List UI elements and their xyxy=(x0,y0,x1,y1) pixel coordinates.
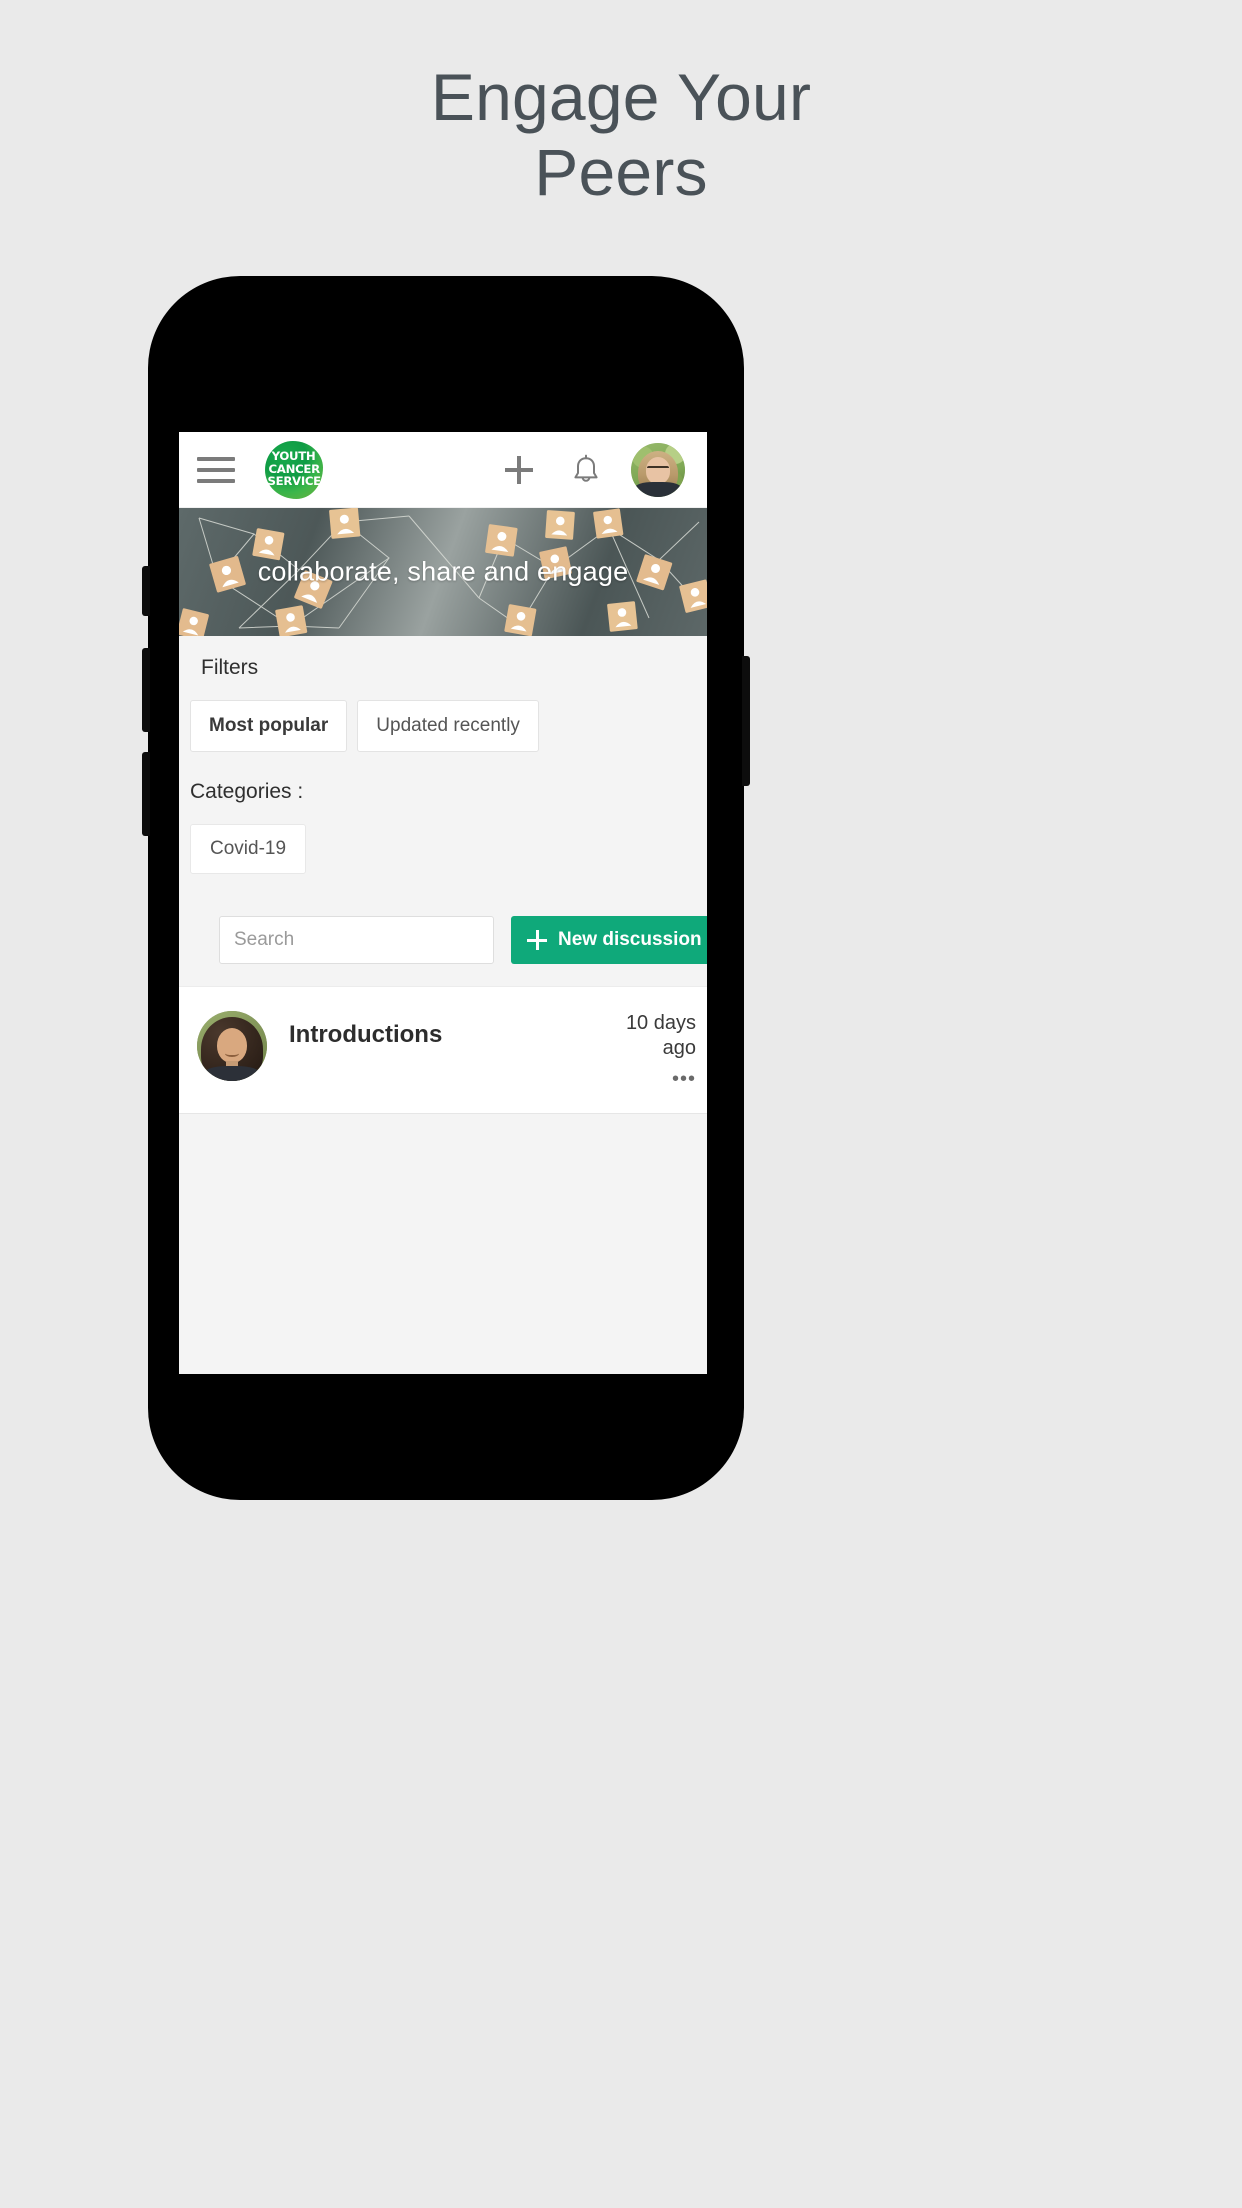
bell-glyph xyxy=(574,454,598,482)
app-header: YOUTH CANCER SERVICE xyxy=(179,432,707,508)
phone-screen: YOUTH CANCER SERVICE collaborate, share … xyxy=(179,432,707,1374)
categories-title: Categories : xyxy=(190,780,304,803)
phone-device-frame: YOUTH CANCER SERVICE collaborate, share … xyxy=(142,276,750,1500)
hamburger-bar xyxy=(197,456,235,461)
filters-panel: Filters Most popular Updated recently Ca… xyxy=(179,636,707,986)
table-row[interactable]: Introductions 10 days ago ••• xyxy=(179,987,707,1113)
hero-caption: collaborate, share and engage xyxy=(257,556,629,587)
new-discussion-button[interactable]: New discussion xyxy=(511,916,707,964)
avatar-shoulders xyxy=(635,482,681,497)
plus-icon xyxy=(527,930,547,950)
category-chip-row: Covid-19 xyxy=(179,824,707,874)
search-input[interactable] xyxy=(219,916,494,964)
filters-title: Filters xyxy=(201,656,259,679)
bell-icon[interactable] xyxy=(569,452,603,488)
avatar-face xyxy=(217,1027,248,1063)
discussion-title: Introductions xyxy=(289,1021,443,1048)
new-discussion-label: New discussion xyxy=(558,929,702,950)
avatar[interactable] xyxy=(631,442,685,497)
hamburger-bar xyxy=(197,478,235,483)
plus-icon[interactable] xyxy=(499,450,539,490)
filter-most-popular[interactable]: Most popular xyxy=(190,700,348,752)
power-button[interactable] xyxy=(742,656,750,786)
avatar-glasses xyxy=(646,466,670,473)
avatar-shoulders xyxy=(205,1065,259,1081)
page-title: Engage Your Peers xyxy=(430,60,812,210)
avatar xyxy=(197,1011,267,1081)
discussion-list: Introductions 10 days ago ••• xyxy=(179,986,707,1114)
more-options-icon[interactable]: ••• xyxy=(600,1069,696,1089)
hero-banner: collaborate, share and engage xyxy=(179,508,707,636)
discussion-timestamp: 10 days ago xyxy=(625,1012,696,1059)
discussion-meta: 10 days ago ••• xyxy=(600,1011,696,1089)
filter-updated-recently[interactable]: Updated recently xyxy=(357,700,539,752)
hamburger-bar xyxy=(197,467,235,472)
volume-down-button[interactable] xyxy=(142,752,150,836)
volume-up-button[interactable] xyxy=(142,648,150,732)
search-and-action-row: New discussion xyxy=(179,916,707,986)
empty-list-area xyxy=(179,1114,707,1314)
hamburger-menu-icon[interactable] xyxy=(197,455,235,485)
filter-chip-row: Most popular Updated recently xyxy=(179,700,707,752)
silent-switch-button[interactable] xyxy=(142,566,150,616)
youth-cancer-service-logo[interactable]: YOUTH CANCER SERVICE xyxy=(265,440,323,499)
logo-line-3: SERVICE xyxy=(267,474,321,489)
category-covid-19[interactable]: Covid-19 xyxy=(190,824,307,874)
